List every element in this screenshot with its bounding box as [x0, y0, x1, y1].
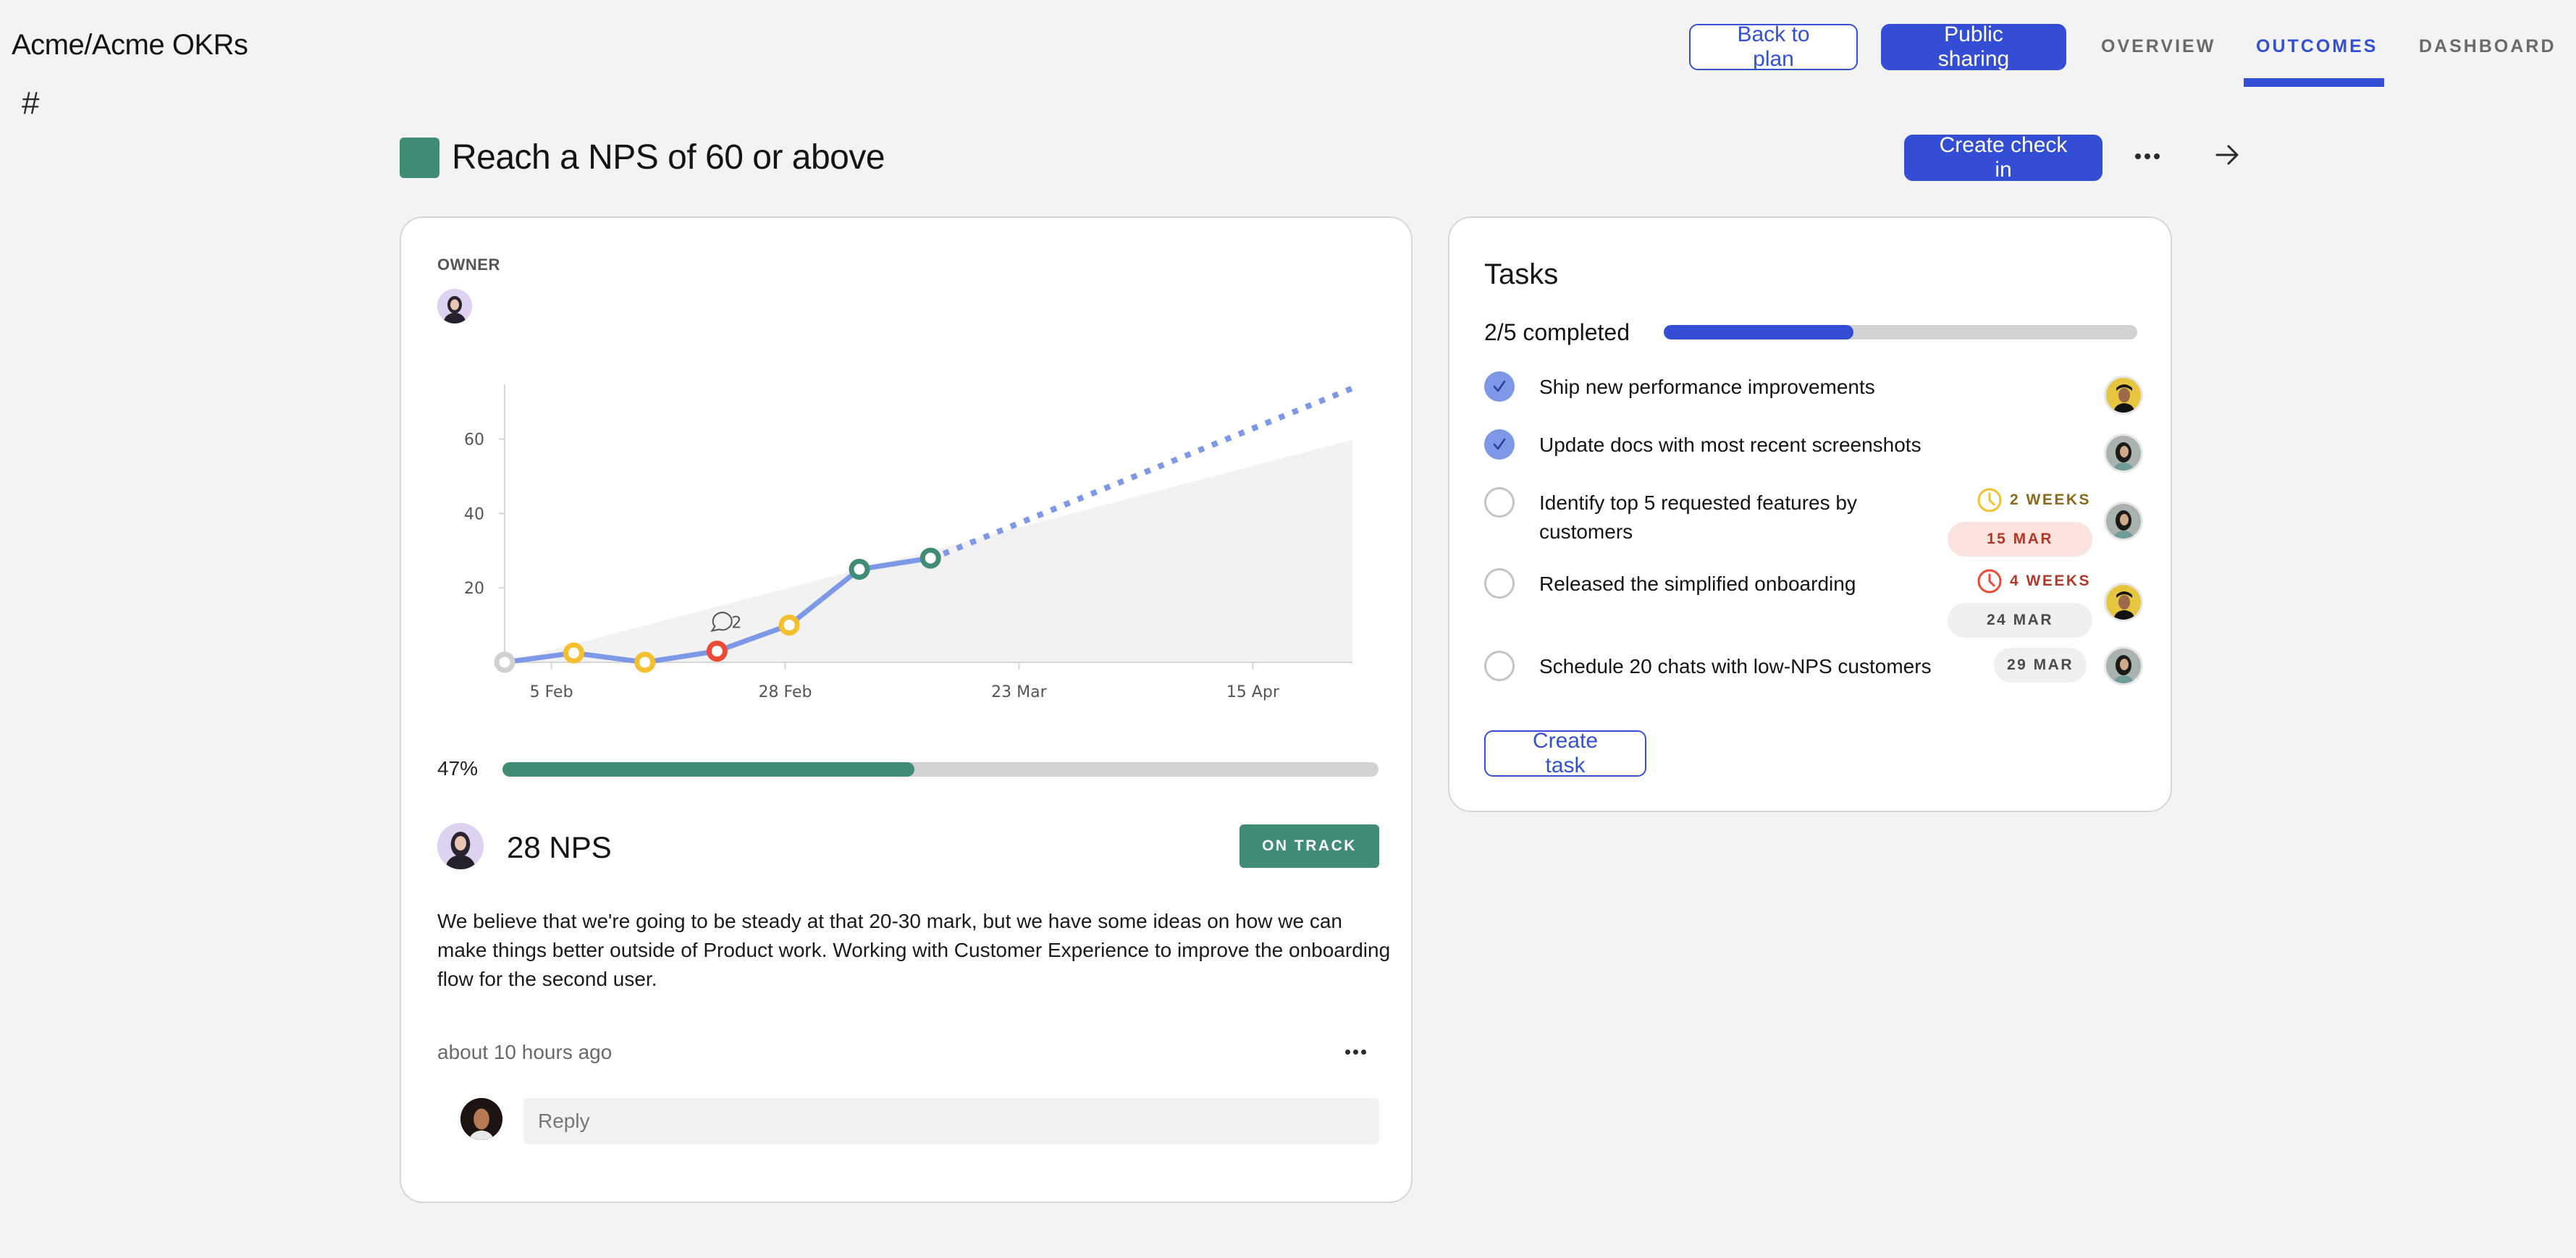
progress-bar-fill	[502, 762, 914, 777]
assignee-avatar[interactable]	[2104, 376, 2143, 415]
task-label[interactable]: Identify top 5 requested features by cus…	[1539, 489, 1916, 546]
x-tick-label: 5 Feb	[530, 683, 573, 701]
create-check-in-button[interactable]: Create check in	[1904, 133, 2103, 182]
breadcrumb-separator: /	[84, 29, 92, 61]
time-remaining-label: 2 WEEKS	[2010, 491, 2092, 508]
task-checkbox[interactable]	[1484, 487, 1515, 518]
y-tick-label: 60	[464, 431, 484, 449]
back-to-plan-button[interactable]: Back to plan	[1689, 22, 1858, 71]
task-checkbox[interactable]	[1484, 568, 1515, 599]
x-tick-label: 23 Mar	[991, 683, 1047, 701]
assignee-avatar[interactable]	[2104, 502, 2143, 541]
hash-icon[interactable]: #	[22, 85, 39, 122]
due-date-chip: 24 MAR	[1948, 603, 2092, 638]
create-task-button[interactable]: Create task	[1484, 729, 1646, 777]
time-remaining: 2 WEEKS	[1977, 487, 2091, 513]
task-label[interactable]: Released the simplified onboarding	[1539, 570, 1856, 599]
public-sharing-button[interactable]: Public sharing	[1881, 22, 2066, 71]
tab-dashboard[interactable]: DASHBOARD	[2419, 36, 2556, 57]
task-label[interactable]: Update docs with most recent screenshots	[1539, 431, 1922, 460]
check-in-point-neutral	[494, 651, 515, 673]
assignee-avatar[interactable]	[2104, 434, 2143, 473]
objective-color-swatch	[400, 138, 439, 178]
current-value: 28 NPS	[507, 830, 612, 864]
clock-icon	[1977, 488, 2002, 512]
comment-count: 2	[731, 615, 741, 633]
check-in-point-off-track	[706, 641, 728, 662]
check-in-point-at-risk	[634, 651, 656, 673]
check-in-comment: We believe that we're going to be steady…	[437, 910, 1391, 990]
task-item: Schedule 20 chats with low-NPS customers…	[1484, 646, 2143, 694]
task-checkbox-checked[interactable]	[1484, 371, 1515, 402]
outcome-card: OWNER 20 40 60 5 Feb 28 Feb 23 Mar 15 Apr 2 47%…	[400, 216, 1413, 1203]
x-tick-label: 28 Feb	[759, 683, 812, 701]
tasks-completed-count: 2/5 completed	[1484, 319, 1630, 345]
time-remaining: 4 WEEKS	[1977, 568, 2091, 594]
check-icon	[1493, 380, 1506, 392]
check-icon	[1493, 438, 1506, 450]
time-remaining-label: 4 WEEKS	[2010, 573, 2092, 589]
y-tick-label: 40	[464, 505, 484, 523]
task-item: Identify top 5 requested features by cus…	[1484, 487, 2143, 560]
reply-input[interactable]	[523, 1098, 1379, 1144]
active-tab-indicator	[2244, 78, 2384, 87]
check-in-author-avatar[interactable]	[437, 823, 484, 869]
task-item: Update docs with most recent screenshots	[1484, 429, 2143, 473]
assignee-avatar[interactable]	[2104, 646, 2143, 685]
task-item: Ship new performance improvements	[1484, 371, 2143, 415]
breadcrumb: Acme/Acme OKRs	[12, 29, 248, 62]
tasks-progress-bar	[1664, 325, 2137, 339]
task-checkbox[interactable]	[1484, 651, 1515, 681]
check-in-point-at-risk	[563, 642, 584, 664]
nps-chart: 20 40 60 5 Feb 28 Feb 23 Mar 15 Apr 2	[464, 384, 1354, 701]
progress-percent: 47%	[437, 757, 479, 780]
tasks-title: Tasks	[1484, 258, 1559, 290]
task-item: Released the simplified onboarding 4 WEE…	[1484, 568, 2143, 641]
status-badge: ON TRACK	[1239, 824, 1379, 868]
task-label[interactable]: Ship new performance improvements	[1539, 373, 1875, 402]
more-horizontal-icon[interactable]	[2133, 142, 2162, 171]
tasks-card: Tasks 2/5 completed Ship new performance…	[1448, 216, 2172, 812]
task-label[interactable]: Schedule 20 chats with low-NPS customers	[1539, 652, 1932, 681]
comment-more-icon[interactable]	[1342, 1043, 1368, 1060]
breadcrumb-project[interactable]: Acme OKRs	[92, 29, 248, 61]
check-in-point-on-track	[849, 559, 870, 580]
due-date-chip: 29 MAR	[1994, 648, 2087, 683]
check-in-point-at-risk	[778, 615, 800, 636]
check-in-point-on-track	[919, 547, 941, 569]
reply-user-avatar	[460, 1098, 502, 1140]
tasks-progress-fill	[1664, 325, 1853, 339]
due-date-chip: 15 MAR	[1948, 522, 2092, 557]
check-in-timestamp: about 10 hours ago	[437, 1041, 613, 1063]
x-tick-label: 15 Apr	[1226, 683, 1280, 701]
tab-outcomes[interactable]: OUTCOMES	[2256, 36, 2378, 57]
clock-icon	[1977, 569, 2002, 594]
tab-overview[interactable]: OVERVIEW	[2101, 36, 2215, 57]
assignee-avatar[interactable]	[2104, 583, 2143, 622]
y-tick-label: 20	[464, 580, 484, 598]
objective-title: Reach a NPS of 60 or above	[452, 138, 885, 177]
task-checkbox-checked[interactable]	[1484, 429, 1515, 460]
breadcrumb-workspace[interactable]: Acme	[12, 29, 85, 61]
arrow-right-icon[interactable]	[2213, 140, 2242, 169]
progress-bar	[502, 762, 1379, 777]
